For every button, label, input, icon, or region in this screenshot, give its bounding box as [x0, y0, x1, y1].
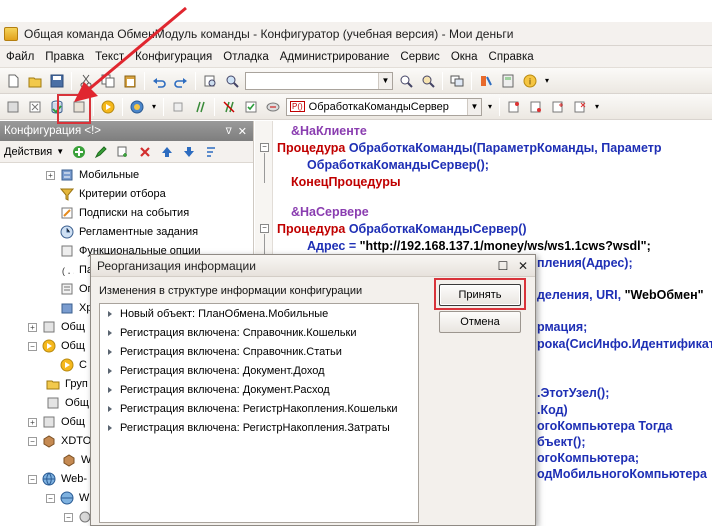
annotation-arrow-icon — [74, 6, 187, 102]
